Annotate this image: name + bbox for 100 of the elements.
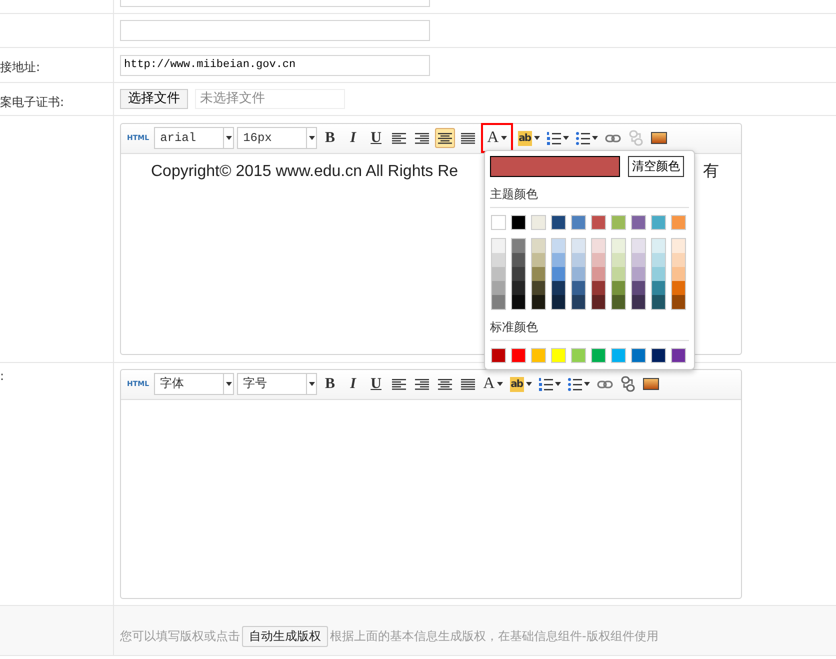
- caret-icon: [554, 382, 561, 386]
- color-swatch[interactable]: [532, 238, 545, 252]
- font-select[interactable]: 字体: [154, 373, 234, 395]
- color-swatch[interactable]: [652, 238, 665, 252]
- color-swatch[interactable]: [591, 348, 606, 362]
- color-swatch[interactable]: [491, 214, 506, 230]
- color-swatch[interactable]: [671, 348, 686, 362]
- color-swatch[interactable]: [551, 214, 566, 230]
- color-swatch[interactable]: [532, 266, 545, 280]
- caret-icon: [496, 382, 503, 386]
- color-swatch[interactable]: [531, 214, 546, 230]
- highlight-button[interactable]: ab: [516, 128, 542, 148]
- color-swatch[interactable]: [651, 348, 666, 362]
- color-swatch[interactable]: [492, 238, 505, 252]
- bold-button[interactable]: B: [320, 374, 340, 394]
- color-swatch[interactable]: [592, 266, 605, 280]
- color-swatch[interactable]: [672, 252, 685, 266]
- color-swatch[interactable]: [512, 266, 525, 280]
- color-swatch[interactable]: [492, 294, 505, 308]
- color-swatch[interactable]: [571, 348, 586, 362]
- font-color-label: A: [483, 374, 495, 394]
- color-swatch[interactable]: [671, 214, 686, 230]
- color-swatch[interactable]: [632, 252, 645, 266]
- color-swatch[interactable]: [511, 348, 526, 362]
- color-swatch[interactable]: [651, 214, 666, 230]
- color-swatch[interactable]: [672, 280, 685, 294]
- color-swatch[interactable]: [512, 252, 525, 266]
- color-swatch[interactable]: [632, 280, 645, 294]
- color-swatch[interactable]: [571, 214, 586, 230]
- color-swatch[interactable]: [652, 252, 665, 266]
- color-swatch[interactable]: [652, 266, 665, 280]
- color-swatch[interactable]: [652, 294, 665, 308]
- bold-button[interactable]: B: [320, 128, 340, 148]
- color-swatch[interactable]: [552, 252, 565, 266]
- font-select[interactable]: 字号: [237, 373, 318, 395]
- justify-icon: [461, 132, 476, 144]
- field-label: 案电子证书:: [0, 94, 64, 108]
- underline-button[interactable]: U: [366, 128, 386, 148]
- color-swatch[interactable]: [572, 252, 585, 266]
- color-swatch[interactable]: [592, 280, 605, 294]
- color-swatch[interactable]: [672, 238, 685, 252]
- color-swatch[interactable]: [552, 280, 565, 294]
- color-swatch[interactable]: [672, 294, 685, 308]
- color-swatch[interactable]: [491, 348, 506, 362]
- color-swatch[interactable]: [532, 294, 545, 308]
- color-swatch[interactable]: [532, 252, 545, 266]
- color-swatch[interactable]: [672, 266, 685, 280]
- color-swatch[interactable]: [552, 294, 565, 308]
- italic-button[interactable]: I: [343, 128, 364, 148]
- text-input[interactable]: http://www.miibeian.gov.cn: [120, 54, 430, 76]
- color-swatch[interactable]: [512, 238, 525, 252]
- color-swatch[interactable]: [512, 280, 525, 294]
- color-swatch[interactable]: [512, 294, 525, 308]
- color-swatch[interactable]: [492, 266, 505, 280]
- color-swatch[interactable]: [611, 214, 626, 230]
- choose-file-button[interactable]: 选择文件: [120, 88, 188, 108]
- color-swatch[interactable]: [532, 280, 545, 294]
- color-swatch[interactable]: [592, 294, 605, 308]
- color-swatch[interactable]: [631, 348, 646, 362]
- color-swatch[interactable]: [572, 280, 585, 294]
- color-swatch[interactable]: [612, 294, 625, 308]
- color-swatch[interactable]: [492, 252, 505, 266]
- color-swatch[interactable]: [612, 280, 625, 294]
- highlight-button[interactable]: ab: [508, 374, 534, 394]
- editor-text: 有: [703, 162, 719, 182]
- color-swatch[interactable]: [611, 348, 626, 362]
- color-swatch[interactable]: [531, 348, 546, 362]
- color-swatch[interactable]: [612, 266, 625, 280]
- auto-copyright-button[interactable]: 自动生成版权: [242, 626, 328, 646]
- color-swatch[interactable]: [612, 252, 625, 266]
- align-center-button[interactable]: [435, 128, 456, 148]
- color-swatch[interactable]: [572, 294, 585, 308]
- color-swatch[interactable]: [492, 280, 505, 294]
- color-swatch[interactable]: [552, 266, 565, 280]
- hint-text: 根据上面的基本信息生成版权，在基础信息组件-版权组件使用: [330, 628, 658, 645]
- clear-color-button[interactable]: 清空颜色: [628, 156, 684, 176]
- color-swatch[interactable]: [632, 238, 645, 252]
- underline-button[interactable]: U: [366, 374, 386, 394]
- field-label: :: [0, 368, 4, 382]
- color-swatch[interactable]: [652, 280, 665, 294]
- color-swatch[interactable]: [591, 214, 606, 230]
- file-status: 未选择文件: [195, 88, 345, 108]
- italic-button[interactable]: I: [343, 374, 364, 394]
- font-select[interactable]: 16px: [237, 127, 318, 149]
- color-swatch[interactable]: [632, 266, 645, 280]
- color-swatch[interactable]: [592, 238, 605, 252]
- color-swatch[interactable]: [572, 238, 585, 252]
- color-swatch[interactable]: [631, 214, 646, 230]
- text-input[interactable]: [120, 20, 430, 41]
- color-swatch[interactable]: [552, 238, 565, 252]
- caret-icon: [500, 136, 507, 140]
- font-select[interactable]: arial: [154, 127, 234, 149]
- color-swatch[interactable]: [572, 266, 585, 280]
- font-color-button[interactable]: A: [481, 374, 505, 394]
- color-swatch[interactable]: [511, 214, 526, 230]
- color-swatch[interactable]: [551, 348, 566, 362]
- color-swatch[interactable]: [632, 294, 645, 308]
- caret-icon: [308, 382, 315, 386]
- color-swatch[interactable]: [612, 238, 625, 252]
- color-swatch[interactable]: [592, 252, 605, 266]
